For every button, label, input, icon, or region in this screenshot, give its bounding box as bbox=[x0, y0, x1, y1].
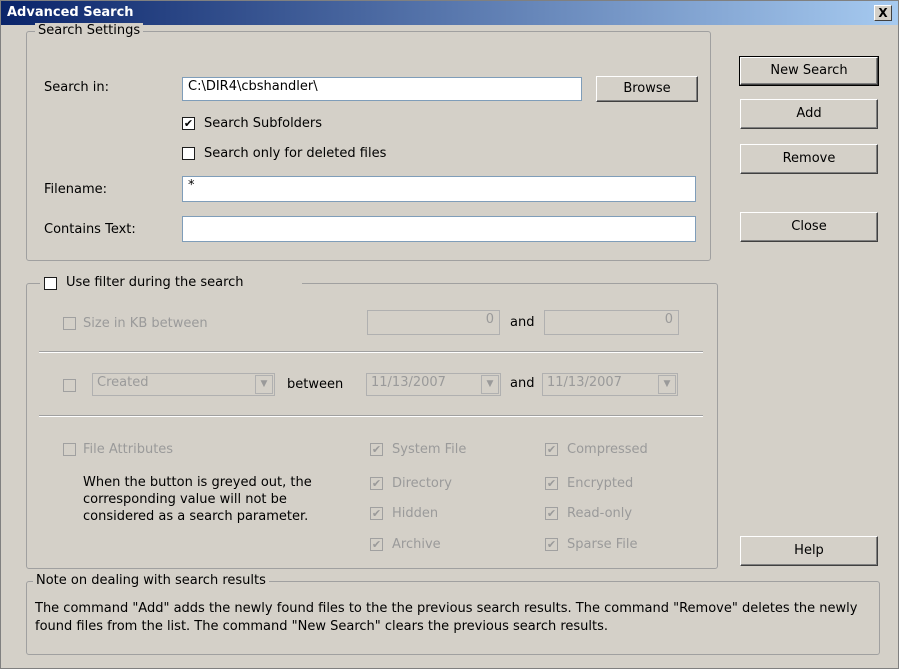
compressed-label: Compressed bbox=[567, 442, 648, 457]
date-type-select[interactable]: Created ▼ bbox=[92, 373, 275, 396]
search-settings-group: Search Settings Search in: C:\DIR4\cbsha… bbox=[26, 23, 711, 261]
filename-label: Filename: bbox=[44, 182, 108, 197]
chevron-down-icon: ▼ bbox=[481, 375, 499, 394]
encrypted-checkbox[interactable]: ✔ bbox=[545, 477, 558, 490]
size-and-label: and bbox=[510, 315, 535, 330]
use-filter-checkbox[interactable] bbox=[44, 277, 57, 290]
use-filter-legend: Use filter during the search bbox=[40, 275, 302, 293]
close-button[interactable]: Close bbox=[740, 212, 878, 242]
directory-label: Directory bbox=[392, 476, 452, 491]
search-settings-legend: Search Settings bbox=[35, 23, 144, 38]
date-checkbox[interactable] bbox=[63, 379, 76, 392]
separator-2 bbox=[39, 415, 703, 417]
directory-checkbox[interactable]: ✔ bbox=[370, 477, 383, 490]
date-to-value: 11/13/2007 bbox=[547, 375, 622, 390]
date-and-label: and bbox=[510, 376, 535, 391]
close-window-button[interactable]: X bbox=[874, 5, 892, 21]
sparse-file-checkbox[interactable]: ✔ bbox=[545, 538, 558, 551]
separator-1 bbox=[39, 351, 703, 353]
hidden-label: Hidden bbox=[392, 506, 439, 521]
system-file-checkbox[interactable]: ✔ bbox=[370, 443, 383, 456]
size-min-field[interactable]: 0 bbox=[367, 310, 500, 335]
window-title: Advanced Search bbox=[7, 5, 134, 20]
read-only-checkbox[interactable]: ✔ bbox=[545, 507, 558, 520]
new-search-button[interactable]: New Search bbox=[739, 56, 879, 86]
hidden-checkbox[interactable]: ✔ bbox=[370, 507, 383, 520]
help-button[interactable]: Help bbox=[740, 536, 878, 566]
search-in-label: Search in: bbox=[44, 80, 110, 95]
size-label: Size in KB between bbox=[83, 316, 208, 331]
chevron-down-icon: ▼ bbox=[658, 375, 676, 394]
search-subfolders-label: Search Subfolders bbox=[204, 116, 323, 131]
attributes-note: When the button is greyed out, the corre… bbox=[83, 475, 312, 524]
read-only-label: Read-only bbox=[567, 506, 633, 521]
date-from-select[interactable]: 11/13/2007 ▼ bbox=[366, 373, 501, 396]
note-group: Note on dealing with search results The … bbox=[26, 573, 880, 655]
contains-text-label: Contains Text: bbox=[44, 222, 136, 237]
use-filter-label: Use filter during the search bbox=[66, 275, 244, 290]
encrypted-label: Encrypted bbox=[567, 476, 634, 491]
size-checkbox[interactable] bbox=[63, 317, 76, 330]
archive-checkbox[interactable]: ✔ bbox=[370, 538, 383, 551]
remove-button[interactable]: Remove bbox=[740, 144, 878, 174]
size-max-field[interactable]: 0 bbox=[544, 310, 679, 335]
file-attributes-checkbox[interactable] bbox=[63, 443, 76, 456]
note-legend: Note on dealing with search results bbox=[33, 573, 269, 588]
filename-field[interactable]: * bbox=[182, 176, 696, 202]
note-text: The command "Add" adds the newly found f… bbox=[35, 601, 858, 634]
add-button[interactable]: Add bbox=[740, 99, 878, 129]
deleted-files-label: Search only for deleted files bbox=[204, 146, 387, 161]
deleted-files-checkbox[interactable] bbox=[182, 147, 195, 160]
search-subfolders-checkbox[interactable]: ✔ bbox=[182, 117, 195, 130]
archive-label: Archive bbox=[392, 537, 441, 552]
contains-text-field[interactable] bbox=[182, 216, 696, 242]
title-bar: Advanced Search X bbox=[1, 1, 898, 25]
chevron-down-icon: ▼ bbox=[255, 375, 273, 394]
system-file-label: System File bbox=[392, 442, 467, 457]
file-attributes-label: File Attributes bbox=[83, 442, 174, 457]
advanced-search-dialog: Advanced Search X Search Settings Search… bbox=[0, 0, 899, 669]
compressed-checkbox[interactable]: ✔ bbox=[545, 443, 558, 456]
filter-group: Use filter during the search Size in KB … bbox=[26, 275, 718, 569]
search-in-field[interactable]: C:\DIR4\cbshandler\ bbox=[182, 77, 582, 101]
sparse-file-label: Sparse File bbox=[567, 537, 638, 552]
date-to-select[interactable]: 11/13/2007 ▼ bbox=[542, 373, 678, 396]
between-label: between bbox=[287, 377, 344, 392]
browse-button[interactable]: Browse bbox=[596, 76, 698, 102]
date-from-value: 11/13/2007 bbox=[371, 375, 446, 390]
date-type-value: Created bbox=[97, 375, 149, 390]
